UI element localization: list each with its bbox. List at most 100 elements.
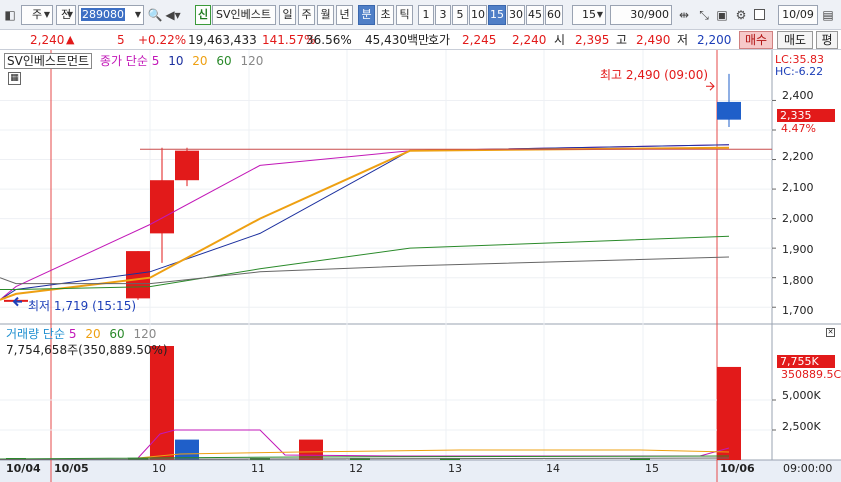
- count-max: /900: [644, 8, 669, 21]
- stock-code-value: 289080: [81, 8, 125, 21]
- volume-info: 7,754,658주(350,889.50%): [6, 343, 168, 357]
- volume-tag-sub: 350889.5C: [781, 368, 841, 381]
- stock-code-input[interactable]: 289080: [78, 5, 144, 25]
- period-button[interactable]: 틱: [396, 5, 413, 25]
- trade-amount: 45,430백만: [365, 33, 430, 47]
- minute-button[interactable]: 3: [435, 5, 451, 25]
- calendar-icon[interactable]: ▤: [820, 6, 836, 24]
- x-label: 12: [349, 462, 363, 475]
- vol-ma20-legend: 20: [85, 327, 101, 341]
- average-button[interactable]: 평: [816, 31, 838, 49]
- ma20-legend: 20: [192, 54, 208, 68]
- y-tick-label: 2,200: [782, 150, 814, 163]
- candle-body: [717, 101, 741, 120]
- trade-volume: 19,463,433: [188, 33, 257, 47]
- minute-button[interactable]: 1: [418, 5, 434, 25]
- time-label: 09:00:00: [783, 462, 833, 475]
- price-panel-title: SV인베스트먼트: [4, 53, 93, 69]
- count-field[interactable]: 30/900: [610, 5, 672, 25]
- volume-legend: 거래량 단순 5 20 60 120: [6, 327, 161, 341]
- sound-icon[interactable]: ◀▾: [165, 6, 181, 24]
- y-tick-label: 1,900: [782, 243, 814, 256]
- chart-type-icon[interactable]: ◧: [2, 6, 18, 24]
- low-price: 2,200: [697, 33, 732, 47]
- ma10-legend: 10: [168, 54, 184, 68]
- low-annotation: 최저 1,719 (15:15): [28, 299, 137, 313]
- candle-body: [150, 180, 174, 234]
- high-price: 2,490: [636, 33, 671, 47]
- high-label: 고: [616, 33, 628, 47]
- y-tick-label: 2,000: [782, 212, 814, 225]
- open-price: 2,395: [575, 33, 610, 47]
- minute-select[interactable]: 15: [572, 5, 606, 25]
- toolbar: ◧ 주 전 289080 🔍 ◀▾ 신 SV인베스트 일주월년분초틱 13510…: [0, 0, 841, 30]
- volume-bar: [717, 366, 741, 460]
- market-select[interactable]: 주: [21, 5, 53, 25]
- period-button[interactable]: 월: [317, 5, 334, 25]
- crosshair-icon[interactable]: ⇹: [676, 6, 692, 24]
- x-label: 10/05: [54, 462, 89, 475]
- y-tick-label: 2,100: [782, 181, 814, 194]
- minute-button[interactable]: 60: [545, 5, 563, 25]
- date-field[interactable]: 10/09: [778, 5, 818, 25]
- search-icon[interactable]: 🔍: [147, 6, 163, 24]
- candle-body: [175, 150, 199, 181]
- vol-ma5-legend: 5: [68, 327, 77, 341]
- volume-bar: [175, 439, 199, 460]
- period-button[interactable]: 초: [377, 5, 394, 25]
- quote-bar: 2,240 ▲ 5 +0.22% 19,463,433 141.57% 36.5…: [0, 30, 841, 50]
- minute-button[interactable]: 15: [488, 5, 506, 25]
- low-label: 저: [677, 33, 689, 47]
- price-change: 5: [117, 33, 125, 47]
- date-checkbox[interactable]: [754, 9, 765, 20]
- minute-button[interactable]: 5: [452, 5, 468, 25]
- y-tick-label: 1,700: [782, 304, 814, 317]
- minute-button[interactable]: 30: [507, 5, 525, 25]
- minute-button[interactable]: 10: [469, 5, 487, 25]
- bid-price: 2,240: [512, 33, 547, 47]
- current-price: 2,240: [30, 33, 65, 47]
- high-annotation: 최고 2,490 (09:00): [600, 68, 709, 82]
- ma120-legend: 120: [240, 54, 264, 68]
- change-arrow-icon: ▲: [66, 33, 75, 46]
- count-value: 30: [630, 8, 645, 21]
- ask-price: 2,245: [462, 33, 497, 47]
- volume-bar: [150, 346, 174, 460]
- save-icon[interactable]: ▣: [714, 6, 730, 24]
- hc-value: HC:-6.22: [775, 65, 824, 78]
- draw-line-icon[interactable]: ⤡: [696, 6, 712, 24]
- buy-button[interactable]: 매수: [739, 31, 773, 49]
- period-button[interactable]: 주: [298, 5, 315, 25]
- ma5-legend: 5: [151, 54, 160, 68]
- y-tick-label: 1,800: [782, 274, 814, 287]
- chart-area[interactable]: [0, 50, 841, 482]
- ask-label: 호가: [428, 33, 451, 47]
- volume-panel-title: 거래량 단순: [6, 327, 66, 341]
- open-label: 시: [554, 33, 566, 47]
- ma60-legend: 60: [216, 54, 232, 68]
- sell-button[interactable]: 매도: [777, 31, 813, 49]
- period-type-select[interactable]: 전: [56, 5, 76, 25]
- period-button[interactable]: 일: [279, 5, 296, 25]
- vol-ma120-legend: 120: [133, 327, 157, 341]
- gear-icon[interactable]: ⚙: [733, 6, 749, 24]
- y-tick-label: 2,400: [782, 89, 814, 102]
- x-axis-background: [0, 460, 841, 482]
- x-label: 11: [251, 462, 265, 475]
- ma-label: 종가 단순: [99, 54, 148, 68]
- vol-ma60-legend: 60: [109, 327, 125, 341]
- turnover-ratio: 36.56%: [306, 33, 352, 47]
- vol-y-tick-label: 5,000K: [782, 389, 821, 402]
- volume-tag: 7,755K: [777, 355, 835, 368]
- x-label: 10/04: [6, 462, 41, 475]
- x-label: 15: [645, 462, 659, 475]
- minute-button[interactable]: 45: [526, 5, 544, 25]
- grid-toggle-icon[interactable]: ▦: [8, 72, 21, 85]
- new-badge: 신: [195, 5, 211, 25]
- vol-y-tick-label: 2,500K: [782, 420, 821, 433]
- current-price-tag: 2,335: [777, 109, 835, 122]
- close-icon[interactable]: ✕: [826, 328, 835, 337]
- period-button[interactable]: 년: [336, 5, 353, 25]
- period-button[interactable]: 분: [358, 5, 375, 25]
- x-label: 10/06: [720, 462, 755, 475]
